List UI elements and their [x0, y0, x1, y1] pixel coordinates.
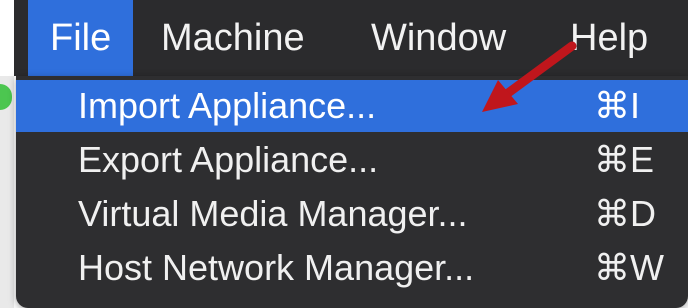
menu-item-label: Virtual Media Manager...: [78, 193, 468, 234]
menu-file[interactable]: File: [28, 0, 134, 76]
menu-item-shortcut: ⌘D: [594, 193, 656, 234]
file-dropdown-menu: Import Appliance... ⌘I Export Appliance.…: [16, 76, 688, 308]
menu-help[interactable]: Help: [570, 0, 648, 76]
menu-item-label: Host Network Manager...: [78, 247, 475, 288]
menu-item-shortcut: ⌘E: [594, 139, 655, 180]
menu-item-virtual-media-manager[interactable]: Virtual Media Manager... ⌘D: [16, 188, 688, 240]
background-window-edge: [0, 76, 14, 308]
menu-item-import-appliance[interactable]: Import Appliance... ⌘I: [16, 80, 688, 132]
menu-bar: File Machine Window Help: [14, 0, 688, 76]
menu-item-label: Export Appliance...: [78, 139, 379, 180]
menu-item-host-network-manager[interactable]: Host Network Manager... ⌘W: [16, 242, 688, 294]
menu-item-export-appliance[interactable]: Export Appliance... ⌘E: [16, 134, 688, 186]
menu-item-shortcut: ⌘I: [594, 85, 641, 126]
red-arrow-icon: [482, 41, 577, 112]
menu-item-label: Import Appliance...: [78, 85, 377, 126]
menu-machine[interactable]: Machine: [161, 0, 305, 76]
menu-item-shortcut: ⌘W: [594, 247, 664, 288]
